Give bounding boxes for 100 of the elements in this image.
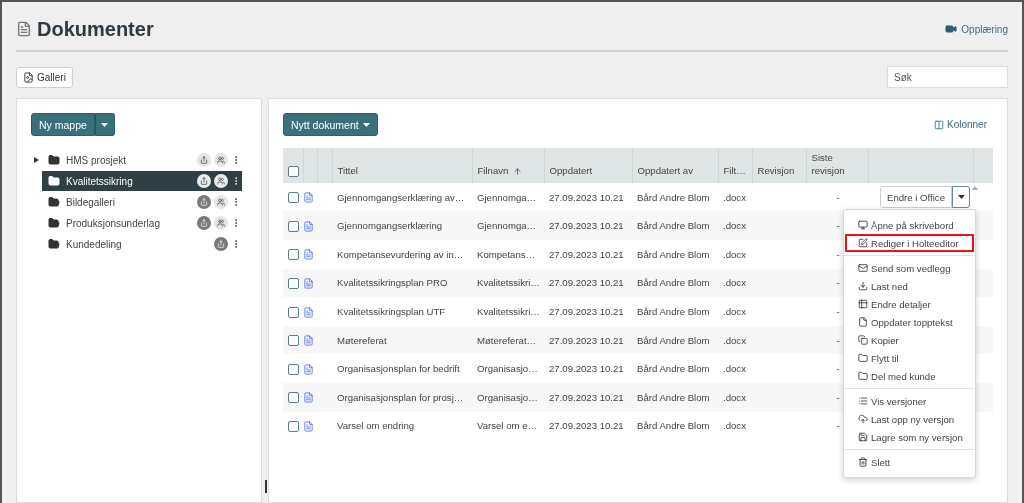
- share-icon[interactable]: [214, 237, 228, 251]
- user-cell: Bård Andre Blom: [637, 277, 710, 289]
- date-cell: 27.09.2023 10.21: [549, 363, 624, 375]
- date-cell: 27.09.2023 10.21: [549, 248, 624, 260]
- columns-icon: [933, 119, 944, 130]
- envelope-icon: [858, 263, 868, 273]
- folder-item[interactable]: Bildegalleri: [31, 192, 242, 212]
- column-header[interactable]: Oppdatert: [549, 164, 593, 178]
- menu-item[interactable]: Del med kunde: [845, 367, 974, 385]
- revision-cell: -: [836, 277, 840, 289]
- filename-cell: Organisasjo…: [477, 391, 538, 403]
- folder-item[interactable]: Produksjonsunderlag: [31, 213, 242, 233]
- menu-item[interactable]: Kopier: [845, 331, 974, 349]
- row-checkbox[interactable]: [288, 192, 299, 204]
- filename-cell: Varsel om e…: [477, 420, 538, 432]
- menu-item[interactable]: Rediger i Holteeditor: [845, 234, 974, 252]
- users-icon[interactable]: [214, 216, 228, 230]
- title-cell: Gjennomgangserklæring av…: [337, 191, 465, 203]
- document-icon: [303, 277, 314, 289]
- share-icon[interactable]: [197, 195, 211, 209]
- document-icon: [303, 192, 314, 204]
- filename-cell: Organisasjo…: [477, 363, 538, 375]
- filename-cell: Kvalitetssikri…: [477, 306, 540, 318]
- menu-item[interactable]: Endre detaljer: [845, 295, 974, 313]
- resize-handle[interactable]: [265, 480, 267, 493]
- filename-cell: Kompetans…: [477, 248, 536, 260]
- share-icon[interactable]: [197, 216, 211, 230]
- users-icon[interactable]: [214, 153, 228, 167]
- revision-cell: -: [836, 191, 840, 203]
- folder-icon: [48, 217, 60, 229]
- revision-cell: -: [836, 220, 840, 232]
- date-cell: 27.09.2023 10.21: [549, 306, 624, 318]
- users-icon[interactable]: [214, 174, 228, 188]
- scroll-up-icon[interactable]: [972, 186, 978, 190]
- caret-icon: [362, 122, 370, 127]
- folder-item[interactable]: Kvalitetssikring: [42, 171, 242, 191]
- date-cell: 27.09.2023 10.21: [549, 220, 624, 232]
- camera-icon: [945, 23, 958, 35]
- menu-item[interactable]: Vis versjoner: [845, 392, 974, 410]
- date-cell: 27.09.2023 10.21: [549, 391, 624, 403]
- share-icon[interactable]: [197, 174, 211, 188]
- training-link[interactable]: Opplæring: [945, 23, 1008, 35]
- menu-item[interactable]: Slett: [845, 453, 974, 471]
- folder-item[interactable]: HMS prosjekt: [31, 150, 242, 170]
- user-cell: Bård Andre Blom: [637, 391, 710, 403]
- row-checkbox[interactable]: [288, 249, 299, 261]
- search-field[interactable]: Søk: [887, 66, 1008, 88]
- list-icon: [858, 396, 868, 406]
- new-folder-button[interactable]: Ny mappe: [31, 113, 95, 136]
- filename-cell: Gjennomga…: [477, 191, 537, 203]
- row-checkbox[interactable]: [288, 306, 299, 318]
- save-icon: [858, 432, 868, 442]
- file-type-cell: .docx: [723, 191, 746, 203]
- gallery-button[interactable]: Galleri: [16, 66, 73, 88]
- row-checkbox[interactable]: [288, 277, 299, 289]
- revision-cell: -: [836, 306, 840, 318]
- users-icon[interactable]: [214, 195, 228, 209]
- date-cell: 27.09.2023 10.21: [549, 277, 624, 289]
- folder-icon: [858, 371, 868, 381]
- date-cell: 27.09.2023 10.21: [549, 334, 624, 346]
- edit-in-office-button[interactable]: Endre i Office: [880, 186, 952, 209]
- row-checkbox[interactable]: [288, 220, 299, 232]
- title-cell: Kvalitetssikringsplan UTF: [337, 306, 446, 318]
- revision-cell: -: [836, 334, 840, 346]
- row-checkbox[interactable]: [288, 392, 299, 404]
- menu-item[interactable]: Oppdater topptekst: [845, 313, 974, 331]
- columns-button[interactable]: Kolonner: [927, 118, 993, 131]
- image-file-icon: [23, 71, 34, 83]
- column-header[interactable]: Tittel: [337, 164, 358, 178]
- row-checkbox[interactable]: [288, 335, 299, 347]
- menu-item[interactable]: Last opp ny versjon: [845, 410, 974, 428]
- folder-icon: [858, 353, 868, 363]
- row-checkbox[interactable]: [288, 420, 299, 432]
- document-icon: [303, 306, 314, 318]
- file-type-cell: .docx: [723, 220, 746, 232]
- menu-item[interactable]: Åpne på skrivebord: [845, 216, 974, 234]
- expand-icon[interactable]: [34, 157, 39, 163]
- document-icon: [303, 249, 314, 261]
- date-cell: 27.09.2023 10.21: [549, 191, 624, 203]
- page-title: Dokumenter: [16, 17, 154, 41]
- folder-item[interactable]: Kundedeling: [31, 234, 242, 254]
- cloud-upload-icon: [858, 414, 868, 424]
- trash-icon: [858, 457, 868, 467]
- title-cell: Organisasjonsplan for bedrift: [337, 363, 460, 375]
- new-folder-menu-button[interactable]: [94, 113, 115, 136]
- revision-cell: -: [836, 391, 840, 403]
- edit-icon: [858, 238, 868, 248]
- row-checkbox[interactable]: [288, 363, 299, 375]
- new-document-button[interactable]: Nytt dokument: [283, 113, 378, 136]
- file-type-cell: .docx: [723, 391, 746, 403]
- menu-item[interactable]: Send som vedlegg: [845, 259, 974, 277]
- menu-item[interactable]: Last ned: [845, 277, 974, 295]
- menu-item[interactable]: Flytt til: [845, 349, 974, 367]
- file-type-cell: .docx: [723, 248, 746, 260]
- folder-icon: [48, 175, 60, 187]
- actions-menu-button[interactable]: [952, 186, 970, 209]
- select-all-checkbox[interactable]: [288, 165, 299, 177]
- folder-icon: [48, 238, 60, 250]
- folder-icon: [48, 154, 60, 166]
- menu-item[interactable]: Lagre som ny versjon: [845, 428, 974, 446]
